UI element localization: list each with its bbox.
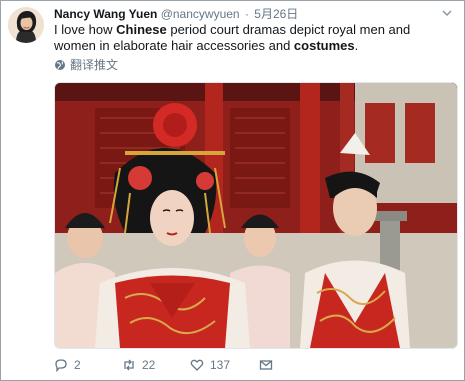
tweet-header: Nancy Wang Yuen @nancywyuen · 5月26日 — [54, 7, 298, 21]
reply-count: 2 — [74, 358, 81, 372]
heart-icon — [190, 359, 204, 371]
globe-icon — [55, 60, 65, 70]
tweet-photo[interactable] — [54, 82, 458, 349]
translate-label: 翻译推文 — [70, 58, 119, 72]
translate-tweet-link[interactable]: 翻译推文 — [54, 58, 118, 72]
tweet-actions: 2 22 137 — [54, 357, 454, 373]
direct-message-button[interactable] — [259, 357, 273, 373]
chevron-down-icon[interactable] — [440, 7, 454, 21]
tweet-text-part: I love how — [54, 22, 117, 37]
retweet-count: 22 — [142, 358, 156, 372]
avatar[interactable] — [8, 7, 44, 43]
hashtag-like-bold: costumes — [293, 38, 355, 53]
reply-button[interactable]: 2 — [54, 357, 81, 373]
retweet-icon — [124, 359, 134, 371]
tweet-text-part: . — [354, 38, 359, 53]
tweet-card[interactable]: Nancy Wang Yuen @nancywyuen · 5月26日 I lo… — [0, 0, 465, 381]
reply-icon — [55, 359, 67, 372]
author-name[interactable]: Nancy Wang Yuen — [54, 7, 157, 21]
tweet-timestamp[interactable]: 5月26日 — [254, 7, 298, 21]
separator: · — [244, 7, 249, 21]
retweet-button[interactable]: 22 — [122, 357, 155, 373]
hashtag-like-bold: Chinese — [116, 22, 167, 37]
mail-icon — [259, 360, 273, 370]
like-button[interactable]: 137 — [190, 357, 230, 373]
tweet-text: I love how Chinese period court dramas d… — [54, 22, 454, 54]
like-count: 137 — [210, 358, 231, 372]
author-handle[interactable]: @nancywyuen — [161, 7, 240, 21]
